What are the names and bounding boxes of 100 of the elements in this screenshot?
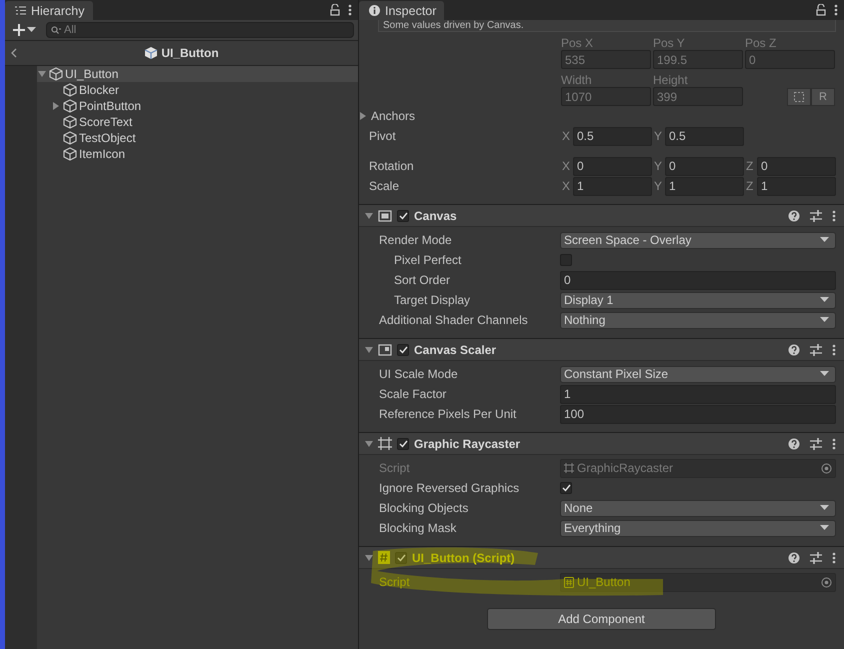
number-field[interactable]: 0 [573, 156, 652, 176]
cube-icon [63, 83, 77, 97]
axis-label: X [562, 179, 571, 193]
target-icon[interactable] [821, 462, 832, 474]
foldout-toggle[interactable]: Anchors [359, 109, 416, 123]
more-icon[interactable] [832, 344, 836, 356]
add-component-button[interactable]: Add Component [487, 608, 716, 630]
canvas-icon [378, 210, 392, 222]
cube-icon [63, 115, 77, 129]
component-title: UI_Button (Script) [412, 550, 516, 564]
scene-title: UI_Button [161, 46, 219, 60]
hierarchy-tab[interactable]: Hierarchy [5, 1, 92, 20]
tree-item[interactable]: UI_Button [37, 66, 358, 82]
number-field[interactable]: 0 [560, 270, 836, 290]
field-label: Pos X [561, 36, 594, 50]
list-icon [15, 6, 26, 15]
number-field[interactable]: 1 [757, 176, 836, 196]
more-icon[interactable] [348, 4, 352, 16]
number-field[interactable]: 0.5 [665, 126, 744, 146]
caret-icon [27, 27, 36, 33]
target-icon[interactable] [821, 576, 832, 588]
more-icon[interactable] [832, 552, 836, 564]
collapse-arrow-icon[interactable] [365, 346, 373, 354]
lock-icon[interactable] [816, 4, 826, 16]
tree-item[interactable]: ItemIcon [37, 146, 358, 162]
field-label: Script [379, 575, 411, 589]
number-field[interactable]: 1 [560, 384, 836, 404]
dropdown[interactable]: Display 1 [560, 292, 836, 308]
axis-label: Y [654, 179, 663, 193]
checkbox[interactable] [397, 210, 409, 222]
field-label: Script [379, 461, 411, 475]
axis-label: X [562, 159, 571, 173]
checkmark-icon [396, 554, 406, 562]
field-label: Pos Z [745, 36, 778, 50]
field-label: Height [653, 73, 689, 87]
checkmark-icon [562, 484, 570, 492]
help-icon[interactable] [788, 552, 800, 564]
number-field[interactable]: 1 [573, 176, 652, 196]
expand-arrow-icon[interactable] [52, 102, 60, 110]
help-icon[interactable] [788, 344, 800, 356]
tree-item[interactable]: Blocker [37, 82, 358, 98]
checkbox[interactable] [560, 482, 572, 494]
tree-item[interactable]: ScoreText [37, 114, 358, 130]
number-field[interactable]: 100 [560, 404, 836, 424]
axis-label: Z [746, 159, 754, 173]
dropdown[interactable]: None [560, 500, 836, 516]
blueprint-button[interactable] [787, 88, 811, 106]
checkbox[interactable] [397, 344, 409, 356]
field-label: Blocking Objects [379, 501, 470, 515]
number-field[interactable]: 1 [665, 176, 744, 196]
component-title: Graphic Raycaster [414, 436, 522, 450]
number-field[interactable]: 0.5 [573, 126, 652, 146]
field-label: Reference Pixels Per Unit [379, 407, 518, 421]
collapse-arrow-icon[interactable] [365, 440, 373, 448]
script-icon [378, 551, 390, 564]
collapse-arrow-icon[interactable] [365, 212, 373, 220]
sliders-icon[interactable] [810, 210, 822, 222]
sliders-icon[interactable] [810, 344, 822, 356]
axis-label: Y [654, 159, 663, 173]
caret-icon [820, 505, 829, 511]
caret-icon [820, 371, 829, 377]
checkmark-icon [398, 212, 408, 220]
number-field[interactable]: 0 [665, 156, 744, 176]
tree-item[interactable]: PointButton [37, 98, 358, 114]
help-icon[interactable] [788, 438, 800, 450]
checkbox[interactable] [397, 438, 409, 450]
scaler-icon [378, 344, 392, 356]
number-field[interactable]: 0 [757, 156, 836, 176]
checkbox[interactable] [560, 254, 572, 266]
lock-icon[interactable] [330, 4, 340, 16]
more-icon[interactable] [832, 438, 836, 450]
field-label: Target Display [393, 293, 472, 307]
dropdown[interactable]: Everything [560, 520, 836, 536]
collapse-arrow-icon[interactable] [365, 554, 373, 562]
axis-label: X [562, 129, 571, 143]
frame-icon [378, 437, 392, 450]
script-icon [564, 576, 574, 588]
frame-icon [564, 463, 574, 473]
search-icon [51, 26, 61, 34]
sliders-icon[interactable] [810, 552, 822, 564]
dropdown[interactable]: Constant Pixel Size [560, 366, 836, 382]
help-icon[interactable] [788, 210, 800, 222]
dropdown[interactable]: Nothing [560, 312, 836, 328]
notice-text: Some values driven by Canvas. [378, 20, 836, 32]
expand-arrow-icon[interactable] [38, 70, 46, 78]
chevron-icon [11, 48, 17, 58]
field-label: Rotation [369, 159, 415, 173]
field-label: Scale Factor [379, 387, 448, 401]
component-title: Canvas [414, 208, 458, 222]
cube-icon [63, 147, 77, 161]
checkbox[interactable] [395, 552, 407, 564]
more-icon[interactable] [834, 4, 838, 16]
dropdown[interactable]: Screen Space - Overlay [560, 232, 836, 248]
tree-item[interactable]: TestObject [37, 130, 358, 146]
caret-icon [820, 237, 829, 243]
field-label: Ignore Reversed Graphics [379, 481, 520, 495]
cube-icon [63, 99, 77, 113]
more-icon[interactable] [832, 210, 836, 222]
inspector-tab[interactable]: Inspector [359, 1, 444, 20]
sliders-icon[interactable] [810, 438, 822, 450]
